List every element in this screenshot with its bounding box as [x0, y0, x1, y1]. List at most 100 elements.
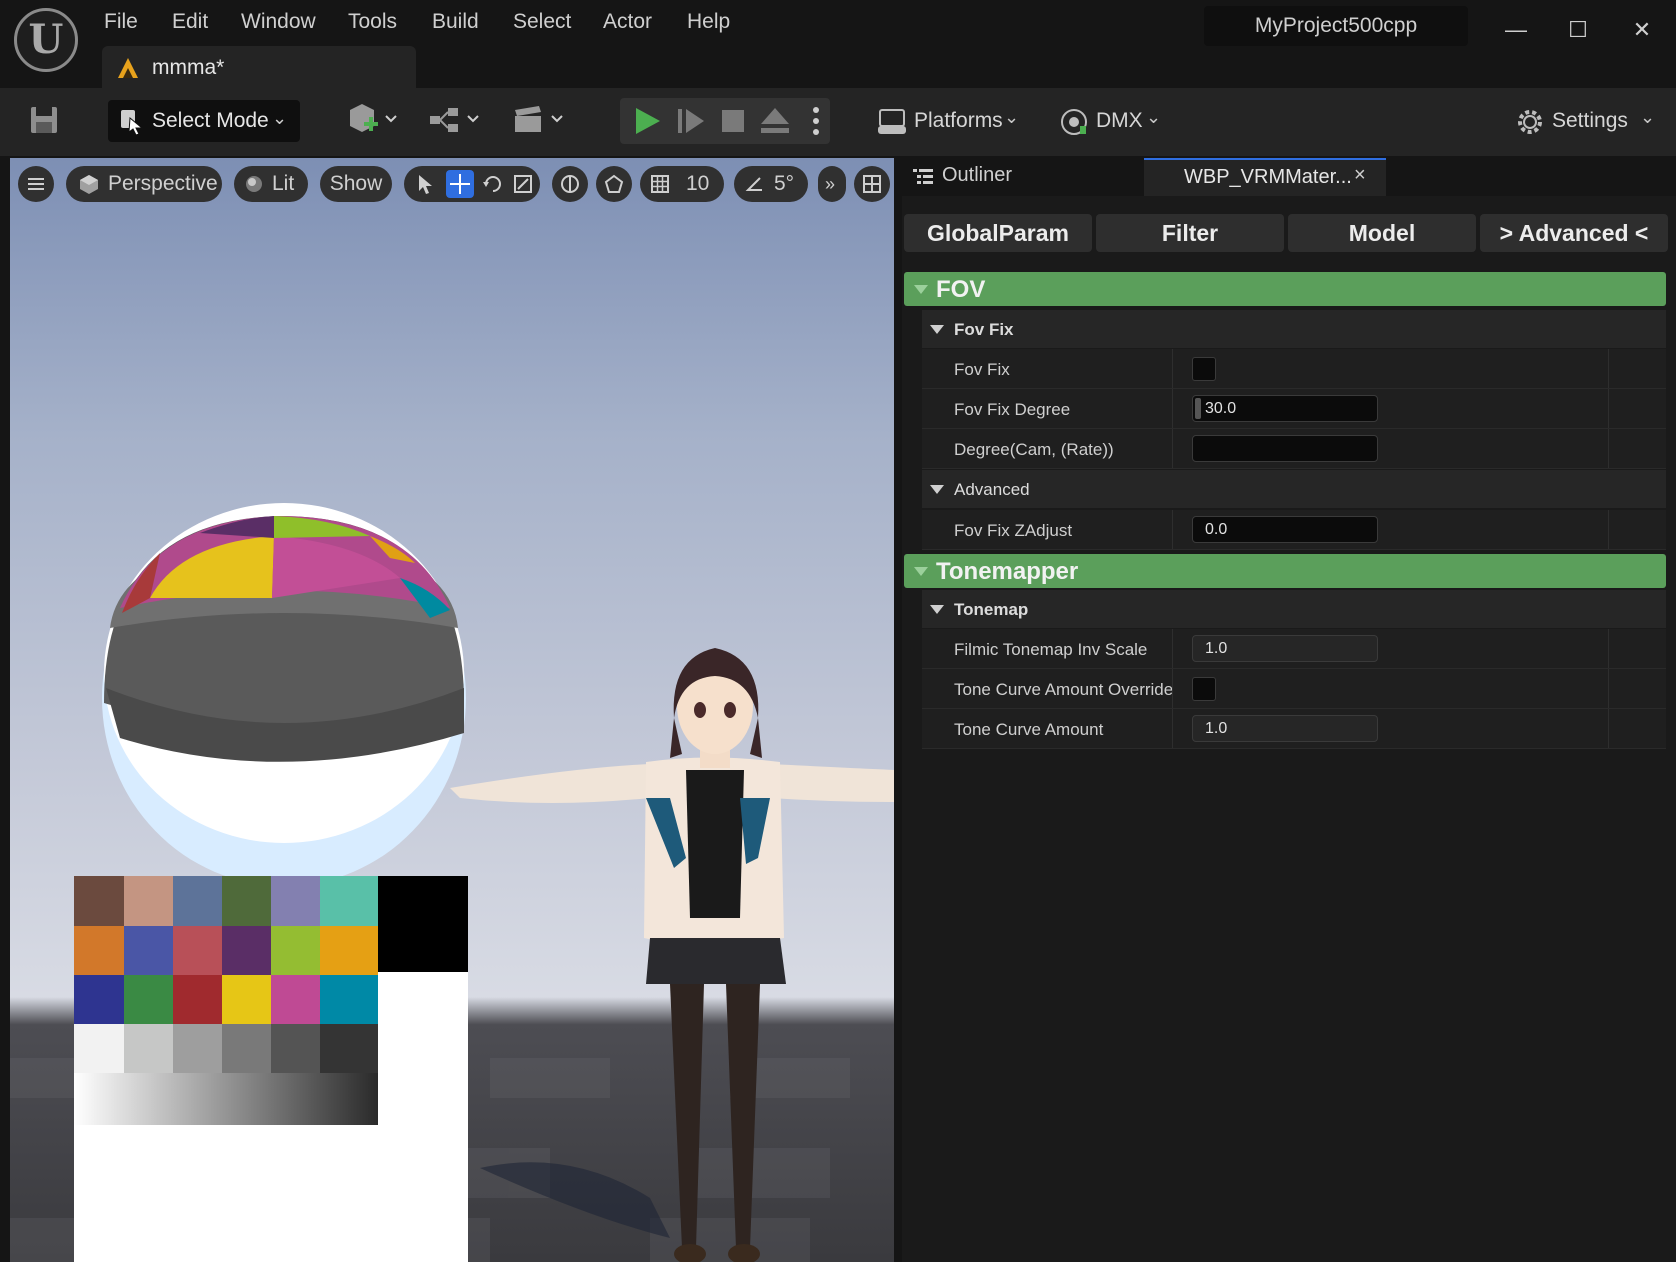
- group-advanced-label: Advanced: [954, 480, 1030, 499]
- tone-curve-amount-override-label: Tone Curve Amount Override: [954, 680, 1174, 699]
- tab-outliner[interactable]: Outliner: [902, 158, 1142, 196]
- viewport-layout-button[interactable]: [854, 166, 890, 202]
- chevron-down-icon: ⌄: [1004, 107, 1020, 127]
- transform-tools: [404, 166, 540, 202]
- play-icon[interactable]: [630, 104, 664, 138]
- tone-curve-amount-input[interactable]: 1.0: [1192, 715, 1378, 742]
- menu-file[interactable]: File: [104, 8, 138, 36]
- lit-label: Lit: [272, 172, 295, 195]
- select-mode-dropdown[interactable]: Select Mode ⌄: [108, 100, 300, 142]
- dmx-icon: [1061, 109, 1087, 135]
- degree-cam-input[interactable]: [1192, 435, 1378, 462]
- scale-icon[interactable]: [512, 173, 534, 195]
- collapse-arrow-icon: [914, 285, 928, 294]
- menu-help[interactable]: Help: [687, 8, 730, 36]
- section-tonemapper-header[interactable]: Tonemapper: [904, 554, 1666, 588]
- platforms-label: Platforms: [914, 109, 1003, 132]
- group-advanced[interactable]: Advanced: [922, 470, 1666, 508]
- fov-fix-zadjust-input[interactable]: 0.0: [1192, 516, 1378, 543]
- grid-snap-button[interactable]: 10: [640, 166, 724, 202]
- chevron-down-icon: ⌄: [272, 108, 288, 128]
- column-divider: [1608, 429, 1609, 468]
- blueprint-icon[interactable]: [428, 102, 486, 138]
- tone-curve-amount-value: 1.0: [1205, 720, 1228, 737]
- section-fov-header[interactable]: FOV: [904, 272, 1666, 306]
- menu-build[interactable]: Build: [432, 8, 479, 36]
- project-name: MyProject500cpp: [1204, 6, 1468, 46]
- grid-snap-value: 10: [686, 172, 710, 195]
- tab-widget-label: WBP_VRMMater...: [1184, 166, 1352, 188]
- column-divider: [1608, 709, 1609, 748]
- degree-cam-label: Degree(Cam, (Rate)): [954, 440, 1114, 459]
- category-advanced-button[interactable]: > Advanced <: [1480, 214, 1668, 252]
- perspective-button[interactable]: Perspective: [66, 166, 222, 202]
- save-icon[interactable]: [28, 104, 60, 136]
- cube-icon: [80, 175, 98, 194]
- level-viewport[interactable]: Perspective Lit Show 10 5° »: [10, 158, 894, 1262]
- rotate-icon[interactable]: [482, 173, 504, 195]
- menu-actor[interactable]: Actor: [603, 8, 652, 36]
- property-row: Fov Fix ZAdjust 0.0: [922, 510, 1666, 550]
- menu-tools[interactable]: Tools: [348, 8, 397, 36]
- rotation-snap-button[interactable]: 5°: [734, 166, 808, 202]
- filmic-tonemap-inv-scale-input[interactable]: 1.0: [1192, 635, 1378, 662]
- tone-curve-amount-label: Tone Curve Amount: [954, 720, 1104, 739]
- property-row: Tone Curve Amount 1.0: [922, 709, 1666, 749]
- tab-widget-blueprint[interactable]: WBP_VRMMater... ×: [1144, 158, 1386, 196]
- collapse-arrow-icon: [930, 325, 944, 334]
- menu-select[interactable]: Select: [513, 8, 571, 36]
- rotation-snap-value: 5°: [774, 172, 795, 195]
- group-fov-fix[interactable]: Fov Fix: [922, 310, 1666, 348]
- calibration-sphere: [102, 503, 466, 886]
- fov-fix-zadjust-value: 0.0: [1205, 521, 1228, 538]
- maximize-button[interactable]: ☐: [1558, 12, 1598, 48]
- category-globalparam-button[interactable]: GlobalParam: [904, 214, 1092, 252]
- more-viewport-options-button[interactable]: »: [818, 166, 846, 202]
- double-chevron-right-icon: »: [825, 174, 836, 194]
- column-divider: [1608, 669, 1609, 708]
- category-filter-button[interactable]: Filter: [1096, 214, 1284, 252]
- chevron-down-icon: ⌄: [1146, 107, 1162, 127]
- surface-snap-button[interactable]: [596, 166, 632, 202]
- slider-fill: [1195, 398, 1201, 419]
- close-window-button[interactable]: ✕: [1622, 12, 1662, 48]
- move-icon[interactable]: [446, 170, 474, 198]
- lit-button[interactable]: Lit: [234, 166, 308, 202]
- menu-edit[interactable]: Edit: [172, 8, 208, 36]
- add-actor-icon[interactable]: [346, 102, 404, 138]
- dmx-button[interactable]: DMX ⌄: [1058, 104, 1168, 140]
- column-divider: [1608, 389, 1609, 428]
- column-divider: [1172, 389, 1173, 428]
- column-divider: [1608, 629, 1609, 668]
- select-arrow-icon[interactable]: [414, 173, 436, 195]
- viewport-menu-button[interactable]: [18, 166, 54, 202]
- menu-window[interactable]: Window: [241, 8, 316, 36]
- close-tab-icon[interactable]: ×: [1354, 164, 1366, 187]
- collapse-arrow-icon: [930, 485, 944, 494]
- show-button[interactable]: Show: [320, 166, 392, 202]
- property-row: Filmic Tonemap Inv Scale 1.0: [922, 629, 1666, 669]
- tone-curve-amount-override-checkbox[interactable]: [1192, 677, 1216, 701]
- advance-frame-icon[interactable]: [674, 104, 708, 138]
- fov-fix-checkbox[interactable]: [1192, 357, 1216, 381]
- column-divider: [1172, 629, 1173, 668]
- property-row: Fov Fix Degree 30.0: [922, 389, 1666, 429]
- settings-button[interactable]: Settings ⌄: [1514, 104, 1664, 140]
- column-divider: [1172, 349, 1173, 388]
- world-local-button[interactable]: [552, 166, 588, 202]
- cinematics-icon[interactable]: [512, 102, 570, 138]
- platforms-button[interactable]: Platforms ⌄: [876, 104, 1026, 140]
- stop-icon[interactable]: [716, 104, 750, 138]
- section-tonemapper-title: Tonemapper: [936, 558, 1079, 585]
- more-options-icon[interactable]: [808, 104, 824, 138]
- unreal-logo-icon[interactable]: U: [14, 8, 78, 72]
- category-model-button[interactable]: Model: [1288, 214, 1476, 252]
- group-tonemap[interactable]: Tonemap: [922, 590, 1666, 628]
- section-fov-title: FOV: [936, 276, 986, 303]
- minimize-button[interactable]: —: [1496, 12, 1536, 48]
- column-divider: [1172, 429, 1173, 468]
- fov-fix-degree-input[interactable]: 30.0: [1192, 395, 1378, 422]
- level-tab[interactable]: mmma*: [102, 46, 416, 90]
- eject-icon[interactable]: [758, 104, 792, 138]
- group-fov-fix-label: Fov Fix: [954, 320, 1014, 339]
